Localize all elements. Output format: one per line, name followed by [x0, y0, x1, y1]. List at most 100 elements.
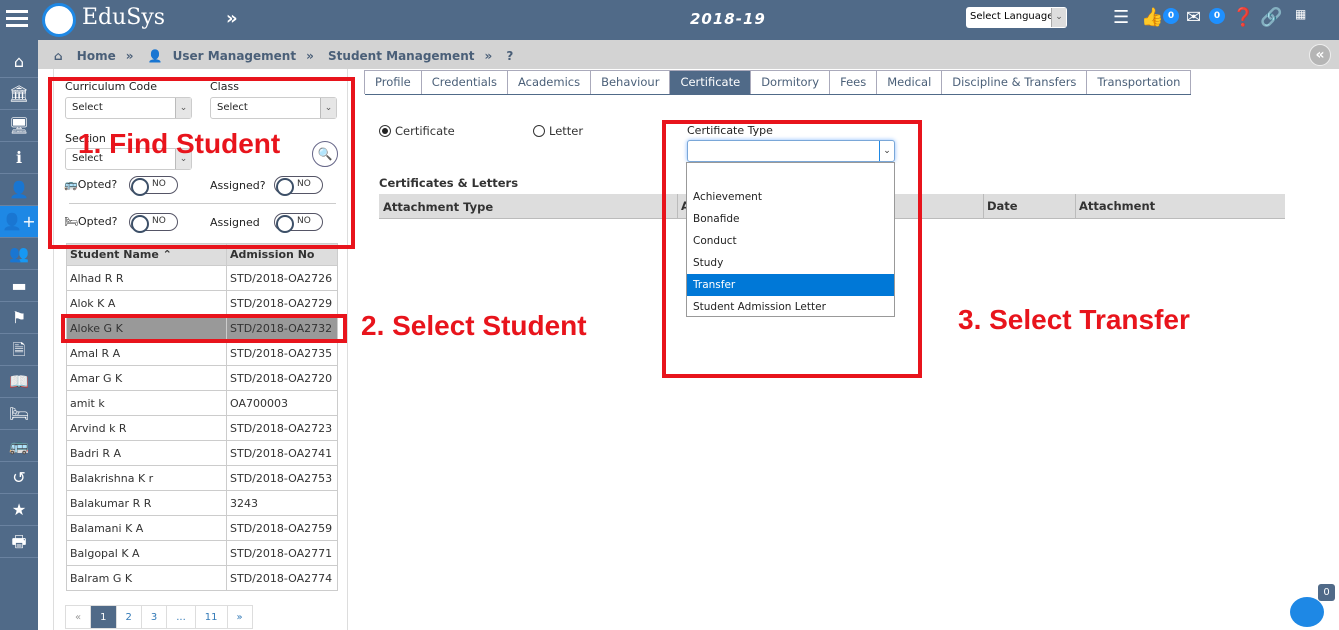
envelope-icon[interactable]: ✉ — [1186, 7, 1201, 28]
page-button[interactable]: 3 — [140, 605, 168, 629]
tab-discipline-transfers[interactable]: Discipline & Transfers — [941, 70, 1088, 94]
tab-academics[interactable]: Academics — [506, 70, 592, 94]
annotation-step-1: 1. Find Student — [78, 128, 281, 159]
bank-icon: 🏛 — [8, 84, 30, 103]
table-row[interactable]: amit k OA700003 — [66, 390, 338, 416]
sidebar-item-star[interactable]: ★ — [0, 494, 38, 526]
home-icon: ⌂ — [13, 52, 25, 71]
sidebar-item-users[interactable]: 👥 — [0, 238, 38, 270]
sidebar-item-history[interactable]: ↺ — [0, 462, 38, 494]
link-icon[interactable]: 🔗 — [1260, 7, 1282, 28]
collapse-button[interactable]: « — [1309, 44, 1331, 66]
star-icon: ★ — [11, 500, 27, 519]
student-name-cell: Balamani K A — [66, 515, 227, 541]
admission-no-cell: STD/2018-OA2753 — [226, 465, 338, 491]
tab-profile[interactable]: Profile — [364, 70, 422, 94]
page-button[interactable]: 11 — [194, 605, 228, 629]
thumbs-up-icon[interactable]: 👍 — [1141, 7, 1163, 28]
table-row[interactable]: Alhad R R STD/2018-OA2726 — [66, 265, 338, 291]
table-row[interactable]: Balamani K A STD/2018-OA2759 — [66, 515, 338, 541]
chat-button[interactable] — [1290, 597, 1324, 627]
tab-fees[interactable]: Fees — [829, 70, 878, 94]
tab-behaviour[interactable]: Behaviour — [590, 70, 671, 94]
sidebar-item-user[interactable]: 👤 — [0, 174, 38, 206]
breadcrumb: ⌂ Home» 👤 User Management» Student Manage… — [38, 40, 1339, 69]
radio-certificate[interactable]: Certificate — [379, 124, 455, 138]
table-row[interactable]: Amar G K STD/2018-OA2720 — [66, 365, 338, 391]
admission-no-cell: STD/2018-OA2771 — [226, 540, 338, 566]
annotation-box-2 — [61, 314, 347, 343]
sidebar-item-home[interactable]: ⌂ — [0, 46, 38, 78]
annotation-box-3 — [662, 120, 922, 378]
student-name-cell: Arvind k R — [66, 415, 227, 441]
table-row[interactable]: Balram G K STD/2018-OA2774 — [66, 565, 338, 591]
admission-no-cell: STD/2018-OA2723 — [226, 415, 338, 441]
print-icon: 🖶 — [11, 532, 27, 551]
sidebar-item-flag[interactable]: ⚑ — [0, 302, 38, 334]
student-name-cell: Amal R A — [66, 340, 227, 366]
language-select-value: Select Language — [970, 11, 1054, 22]
sidebar-item-user-management[interactable]: 👤+ — [0, 206, 38, 238]
user-plus-icon: 👤+ — [2, 212, 36, 231]
brand-name: EduSys — [82, 5, 166, 30]
sidebar-item-institution[interactable]: 🏛 — [0, 78, 38, 110]
messages-badge: 0 — [1209, 8, 1225, 24]
sidebar-item-dormitory[interactable]: 🛏 — [0, 398, 38, 430]
sidebar-item-print[interactable]: 🖶 — [0, 526, 38, 558]
admission-no-cell: STD/2018-OA2741 — [226, 440, 338, 466]
user-avatar-icon[interactable]: ▦ — [1295, 7, 1306, 21]
annotation-step-3: 3. Select Transfer — [958, 304, 1190, 335]
help-icon[interactable]: ❓ — [1232, 7, 1254, 28]
page-button[interactable]: » — [226, 605, 253, 629]
admission-no-cell: STD/2018-OA2774 — [226, 565, 338, 591]
expand-icon[interactable]: » — [226, 8, 238, 29]
sidebar-item-monitor[interactable]: 🖥 — [0, 110, 38, 142]
tab-transportation[interactable]: Transportation — [1086, 70, 1192, 94]
table-row[interactable]: Amal R A STD/2018-OA2735 — [66, 340, 338, 366]
breadcrumb-student-management[interactable]: Student Management — [328, 49, 474, 63]
bus-icon: 🚌 — [9, 436, 29, 455]
sidebar-item-book[interactable]: 📖 — [0, 366, 38, 398]
page-button[interactable]: « — [65, 605, 92, 629]
menu-icon[interactable] — [6, 10, 28, 28]
table-row[interactable]: Alok K A STD/2018-OA2729 — [66, 290, 338, 316]
credit-card-icon: ▬ — [11, 276, 27, 295]
breadcrumb-user-management[interactable]: User Management — [173, 49, 296, 63]
tab-bar: Profile Credentials Academics Behaviour Cert… — [364, 70, 1192, 95]
student-name-cell: Balgopal K A — [66, 540, 227, 566]
student-name-cell: Amar G K — [66, 365, 227, 391]
table-row[interactable]: Balakrishna K r STD/2018-OA2753 — [66, 465, 338, 491]
list-indent-icon[interactable]: ☰ — [1113, 7, 1129, 28]
annotation-box-1 — [48, 77, 355, 249]
page-button[interactable]: 2 — [115, 605, 142, 629]
sidebar-item-info[interactable]: ℹ — [0, 142, 38, 174]
logo — [42, 3, 76, 37]
breadcrumb-home[interactable]: Home — [77, 49, 116, 63]
sidebar-item-fees[interactable]: ▬ — [0, 270, 38, 302]
table-row[interactable]: Balakumar R R 3243 — [66, 490, 338, 516]
table-row[interactable]: Arvind k R STD/2018-OA2723 — [66, 415, 338, 441]
sidebar-item-file[interactable]: 🗎 — [0, 334, 38, 366]
radio-letter[interactable]: Letter — [533, 124, 583, 138]
home-icon: ⌂ — [54, 49, 63, 63]
student-name-cell: Badri R A — [66, 440, 227, 466]
sidebar-item-transport[interactable]: 🚌 — [0, 430, 38, 462]
table-row[interactable]: Badri R A STD/2018-OA2741 — [66, 440, 338, 466]
pagination: «1 2 3... 11» — [65, 605, 253, 629]
tab-credentials[interactable]: Credentials — [420, 70, 508, 94]
table-row[interactable]: Balgopal K A STD/2018-OA2771 — [66, 540, 338, 566]
annotation-step-2: 2. Select Student — [361, 310, 587, 341]
tab-dormitory[interactable]: Dormitory — [750, 70, 831, 94]
bed-icon: 🛏 — [8, 404, 30, 423]
admission-no-cell: STD/2018-OA2729 — [226, 290, 338, 316]
page-button[interactable]: 1 — [90, 605, 117, 629]
page-button[interactable]: ... — [166, 605, 196, 629]
certificates-section-title: Certificates & Letters — [379, 176, 519, 190]
top-bar: EduSys » 2018-19 Select Language ⌄ ☰ 👍 0 … — [0, 0, 1339, 40]
tab-certificate[interactable]: Certificate — [669, 70, 752, 94]
admission-no-cell: OA700003 — [226, 390, 338, 416]
admission-no-cell: STD/2018-OA2735 — [226, 340, 338, 366]
tab-medical[interactable]: Medical — [876, 70, 943, 94]
breadcrumb-help[interactable]: ? — [506, 49, 513, 63]
language-select[interactable]: Select Language ⌄ — [966, 7, 1067, 28]
